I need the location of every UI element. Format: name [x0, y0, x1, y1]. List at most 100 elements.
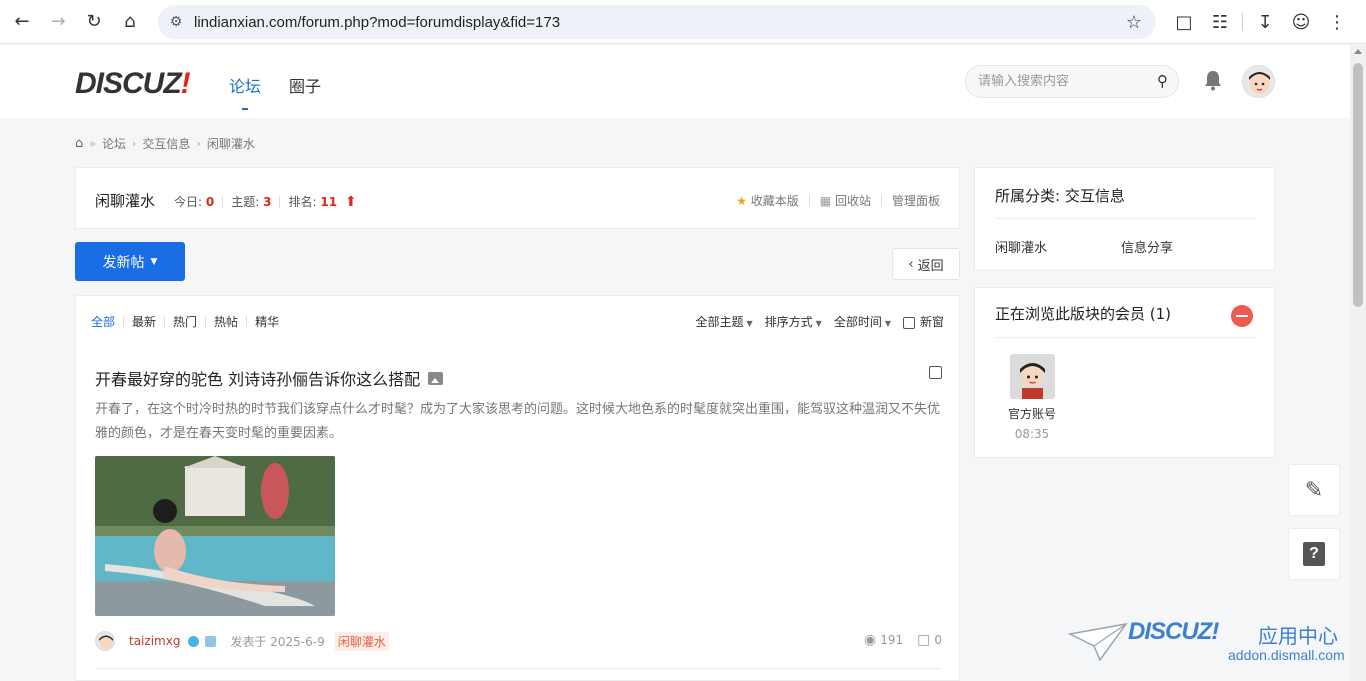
caret-down-icon: ▼: [884, 319, 891, 328]
url-text[interactable]: lindianxian.com/forum.php?mod=forumdispl…: [194, 14, 560, 31]
home-icon[interactable]: ⌂: [112, 4, 148, 40]
tab-hot[interactable]: 热帖: [214, 313, 238, 330]
breadcrumb-item-category[interactable]: 交互信息: [142, 135, 190, 152]
site-logo[interactable]: DISCUZ!: [75, 67, 191, 101]
member-avatar[interactable]: [1009, 354, 1055, 399]
star-icon: ★: [736, 194, 747, 208]
home-icon[interactable]: ⌂: [75, 136, 83, 151]
tab-divider: [123, 316, 125, 327]
forward-arrow-icon[interactable]: →: [40, 4, 76, 40]
author-name[interactable]: taizimxg: [129, 634, 180, 648]
forum-title: 闲聊灌水: [95, 192, 156, 210]
breadcrumb-item-current[interactable]: 闲聊灌水: [207, 135, 255, 152]
member-time: 08:35: [1014, 427, 1050, 441]
all-topics-dropdown[interactable]: 全部主题 ▼: [695, 313, 752, 330]
reload-icon[interactable]: ↻: [76, 4, 112, 40]
category-item[interactable]: 信息分享: [1121, 237, 1173, 256]
user-avatar[interactable]: [1242, 65, 1275, 98]
download-icon[interactable]: ↧: [1247, 4, 1283, 40]
bell-icon[interactable]: [1203, 69, 1223, 91]
thread-select-checkbox[interactable]: [929, 366, 942, 379]
collapse-minus-icon[interactable]: [1231, 305, 1253, 327]
member-item[interactable]: 官方账号 08:35: [1000, 354, 1064, 445]
replies-count: □ 0: [917, 632, 942, 648]
tab-divider: [205, 316, 207, 327]
edit-float-button[interactable]: ✎: [1288, 464, 1340, 516]
forum-actions: ★ 收藏本版 ▦ 回收站 管理面板: [736, 192, 940, 209]
watermark-url: addon.dismall.com: [1228, 647, 1345, 663]
thread-thumbnail[interactable]: [95, 456, 335, 616]
breadcrumb-item-forum[interactable]: 论坛: [102, 135, 126, 152]
arrow-up-icon: ⬆: [345, 193, 357, 210]
scroll-thumb[interactable]: [1353, 63, 1363, 307]
filter-tabs: 全部 最新 热门 热帖 精华: [91, 313, 279, 330]
search-box: ⚲: [965, 65, 1179, 98]
crop-icon[interactable]: □: [1166, 4, 1202, 40]
menu-icon[interactable]: ⋮: [1319, 4, 1355, 40]
thread-list: 全部 最新 热门 热帖 精华 全部主题 ▼ 排序方式 ▼ 全部时间 ▼ 新窗 开春最好…: [75, 295, 960, 681]
tab-latest[interactable]: 最新: [132, 313, 156, 330]
bookmark-star-icon[interactable]: ☆: [1126, 12, 1142, 33]
category-title: 所属分类: 交互信息: [995, 187, 1125, 205]
search-icon[interactable]: ⚲: [1157, 72, 1168, 90]
help-question-icon: ?: [1303, 542, 1325, 566]
topics-stat: 主题: 3: [231, 195, 272, 209]
post-date: 发表于 2025-6-9: [230, 634, 325, 649]
favorite-forum-button[interactable]: ★ 收藏本版: [736, 192, 799, 209]
comment-icon: □: [917, 632, 931, 648]
recycle-bin-button[interactable]: ▦ 回收站: [820, 192, 871, 209]
nav-circle[interactable]: 圈子: [289, 73, 321, 97]
eye-icon: ◉: [864, 632, 877, 648]
tab-popular[interactable]: 热门: [173, 313, 197, 330]
dismall-watermark: DISCUZ! 应用中心 addon.dismall.com: [1068, 616, 1350, 666]
chevron-left-icon: ‹: [908, 256, 914, 272]
new-post-button[interactable]: 发新帖 ▼: [75, 242, 185, 281]
time-dropdown[interactable]: 全部时间 ▼: [834, 313, 891, 330]
caret-down-icon: ▼: [746, 319, 753, 328]
pencil-icon: ✎: [1304, 477, 1324, 503]
scroll-up-icon[interactable]: [1354, 49, 1362, 54]
stat-divider: [222, 195, 224, 208]
extensions-icon[interactable]: ☷: [1202, 4, 1238, 40]
thread-title[interactable]: 开春最好穿的驼色 刘诗诗孙俪告诉你这么搭配: [95, 366, 942, 390]
new-window-toggle[interactable]: 新窗: [902, 313, 944, 330]
manage-panel-button[interactable]: 管理面板: [892, 192, 940, 209]
members-title: 正在浏览此版块的会员 (1): [995, 305, 1172, 323]
member-name[interactable]: 官方账号: [1000, 405, 1064, 423]
watermark-cn: 应用中心: [1258, 624, 1338, 648]
profile-icon[interactable]: ☺: [1283, 4, 1319, 40]
tab-all[interactable]: 全部: [91, 313, 115, 330]
thread-counts: ◉ 191 □ 0: [864, 632, 942, 648]
today-stat: 今日: 0: [174, 195, 215, 209]
nav-forum[interactable]: 论坛: [229, 73, 261, 110]
tab-digest[interactable]: 精华: [255, 313, 279, 330]
main-nav: 论坛 圈子: [229, 73, 321, 110]
filter-options: 全部主题 ▼ 排序方式 ▼ 全部时间 ▼ 新窗: [695, 313, 944, 330]
help-float-button[interactable]: ?: [1288, 528, 1340, 580]
back-arrow-icon[interactable]: ←: [4, 4, 40, 40]
sort-dropdown[interactable]: 排序方式 ▼: [765, 313, 822, 330]
search-input[interactable]: [978, 74, 1148, 89]
browser-toolbar: ← → ↻ ⌂ ⚙ lindianxian.com/forum.php?mod=…: [0, 0, 1366, 44]
category-card: 所属分类: 交互信息 闲聊灌水 信息分享: [974, 167, 1275, 271]
watermark-brand: DISCUZ!: [1128, 618, 1219, 645]
thread-divider: [95, 668, 942, 669]
address-bar[interactable]: ⚙ lindianxian.com/forum.php?mod=forumdis…: [158, 5, 1156, 39]
caret-down-icon: ▼: [150, 256, 158, 267]
caret-down-icon: ▼: [815, 319, 822, 328]
new-window-checkbox[interactable]: [902, 316, 915, 329]
tab-divider: [164, 316, 166, 327]
site-info-icon[interactable]: ⚙: [158, 14, 194, 30]
forum-tag[interactable]: 闲聊灌水: [334, 631, 389, 651]
views-count: ◉ 191: [864, 632, 904, 648]
action-divider: [880, 194, 882, 207]
category-items: 闲聊灌水 信息分享: [995, 237, 1173, 256]
back-button[interactable]: ‹ 返回: [892, 248, 960, 280]
author-avatar[interactable]: [95, 631, 115, 651]
category-item[interactable]: 闲聊灌水: [995, 237, 1047, 256]
site-header: DISCUZ! 论坛 圈子 ⚲: [0, 45, 1350, 118]
action-divider: [808, 194, 810, 207]
trash-icon: ▦: [819, 194, 832, 208]
page-scrollbar[interactable]: [1350, 45, 1366, 681]
online-members-card: 正在浏览此版块的会员 (1) 官方账号 08:35: [974, 287, 1275, 458]
